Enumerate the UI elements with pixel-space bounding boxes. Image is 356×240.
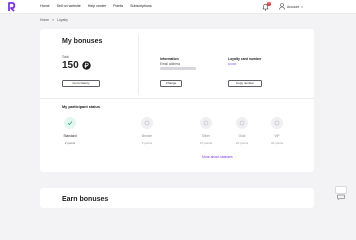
status-divider — [40, 98, 314, 99]
status-level-silver: Silver 10 points — [191, 117, 221, 145]
bronze-status-icon — [141, 117, 153, 129]
card-number-value: ••••••• — [228, 62, 237, 66]
chevron-down-icon: ▾ — [301, 4, 303, 9]
status-level-bronze: Bronze 5 points — [132, 117, 162, 145]
status-level-name: Bronze — [141, 134, 153, 138]
nav-item-points[interactable]: Points — [113, 4, 123, 8]
card-number-label: Loyalty card number — [228, 57, 262, 61]
vip-status-icon — [271, 117, 283, 129]
status-level-points: 5 points — [141, 141, 153, 145]
bonuses-card: My bonuses Total 150 Go to history Infor… — [40, 29, 314, 172]
bonus-coin-icon — [81, 61, 91, 70]
page-title: My bonuses — [62, 38, 103, 45]
top-navigation-bar: Home Sell on website Help center Points … — [0, 0, 356, 14]
status-level-name: Gold — [238, 134, 246, 138]
breadcrumb-current: Loyalty — [57, 18, 68, 22]
silver-status-icon — [200, 117, 212, 129]
nav-item-help[interactable]: Help center — [88, 4, 106, 8]
earn-bonuses-title: Earn bonuses — [62, 196, 109, 203]
change-button[interactable]: Change — [160, 80, 182, 87]
status-level-points: 40 points — [270, 141, 284, 145]
breadcrumb-home[interactable]: Home — [40, 18, 49, 22]
status-current: Standard 2 points — [55, 117, 85, 145]
user-icon — [279, 3, 285, 10]
chat-icon — [337, 194, 345, 200]
status-level-gold: Gold 20 points — [227, 117, 257, 145]
copy-card-number-button[interactable]: Copy number — [228, 80, 262, 87]
user-name: Account — [287, 4, 300, 9]
gold-status-icon — [236, 117, 248, 129]
breadcrumb-separator: > — [52, 18, 55, 22]
status-level-name: VIP — [274, 134, 280, 138]
earn-bonuses-card: Earn bonuses — [40, 188, 314, 208]
email-value-masked — [160, 67, 196, 70]
bonus-balance: 150 — [62, 60, 91, 71]
status-current-name: Standard — [63, 134, 77, 138]
bonus-total-label: Total — [62, 55, 69, 59]
nav-item-home[interactable]: Home — [40, 4, 50, 8]
brand-logo-icon[interactable] — [8, 2, 17, 12]
email-hint: Email address — [160, 62, 181, 66]
user-menu[interactable]: Account ▾ — [279, 3, 303, 10]
history-button[interactable]: Go to history — [62, 80, 100, 87]
breadcrumb: Home > Loyalty — [40, 18, 68, 22]
status-level-name: Silver — [202, 134, 210, 138]
info-label: Information — [160, 57, 179, 61]
nav-item-sell[interactable]: Sell on website — [57, 4, 81, 8]
bonus-amount: 150 — [62, 60, 79, 71]
main-nav: Home Sell on website Help center Points … — [40, 4, 152, 8]
notification-badge: 1 — [267, 2, 271, 6]
nav-item-subscriptions[interactable]: Subscriptions — [130, 4, 152, 8]
standard-status-icon — [64, 117, 76, 129]
chat-widget[interactable] — [335, 186, 347, 200]
more-about-statuses-link[interactable]: More about statuses — [202, 155, 233, 159]
status-level-vip: VIP 40 points — [262, 117, 292, 145]
status-level-points: 10 points — [199, 141, 213, 145]
status-title: My participant status — [62, 105, 100, 109]
status-level-points: 20 points — [235, 141, 249, 145]
section-divider — [138, 35, 139, 95]
status-current-points: 2 points — [64, 141, 76, 145]
